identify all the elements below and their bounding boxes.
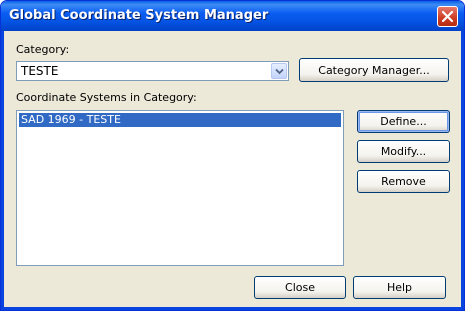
modify-button[interactable]: Modify... <box>357 140 450 163</box>
window-border-left <box>1 31 4 310</box>
remove-button[interactable]: Remove <box>357 170 450 193</box>
dropdown-button[interactable] <box>271 63 287 79</box>
close-x-icon <box>441 10 454 23</box>
coordinate-systems-label: Coordinate Systems in Category: <box>16 91 197 104</box>
chevron-down-icon <box>275 68 284 75</box>
category-dropdown[interactable]: TESTE <box>16 61 289 81</box>
category-manager-button[interactable]: Category Manager... <box>299 58 449 82</box>
title-bar[interactable]: Global Coordinate System Manager <box>1 1 464 31</box>
category-label: Category: <box>16 43 70 56</box>
define-button[interactable]: Define... <box>357 110 450 133</box>
window-border-bottom <box>1 307 464 310</box>
list-item[interactable]: SAD 1969 - TESTE <box>19 113 341 127</box>
coordinate-systems-list[interactable]: SAD 1969 - TESTE <box>16 110 344 266</box>
close-button[interactable]: Close <box>254 276 346 299</box>
help-button[interactable]: Help <box>353 276 446 299</box>
category-value: TESTE <box>21 64 59 78</box>
window-border-right <box>461 31 464 310</box>
close-window-button[interactable] <box>437 6 458 27</box>
window-title: Global Coordinate System Manager <box>9 8 269 23</box>
dialog-window: Global Coordinate System Manager Categor… <box>0 0 465 311</box>
